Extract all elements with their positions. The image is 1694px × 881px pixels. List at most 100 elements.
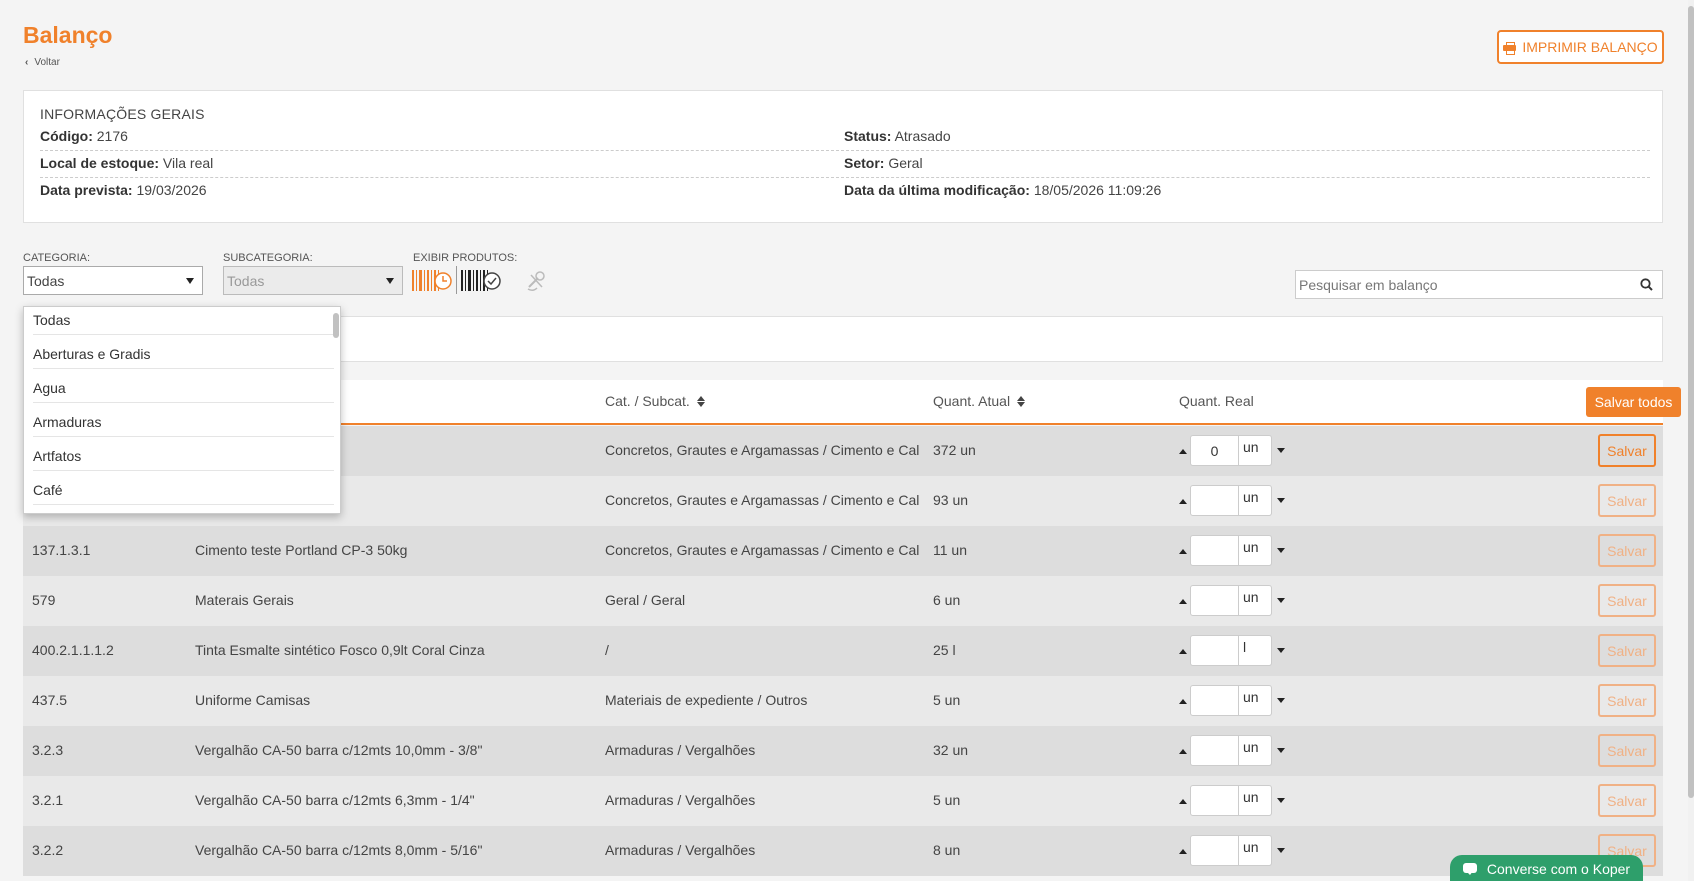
header-cat[interactable]: Cat. / Subcat.: [605, 393, 705, 409]
sort-icon[interactable]: [1017, 395, 1026, 407]
print-button[interactable]: IMPRIMIR BALANÇO: [1497, 30, 1664, 64]
info-row-location: Local de estoque: Vila real Setor: Geral: [40, 151, 1650, 178]
category-option[interactable]: Artfatos: [33, 437, 334, 471]
cell-code: 3.2.1: [32, 792, 64, 808]
qty-real-input[interactable]: [1190, 635, 1239, 666]
category-option[interactable]: Agua: [33, 369, 334, 403]
category-dropdown: Todas Aberturas e Gradis Agua Armaduras Artf…: [23, 306, 341, 514]
stepper-down-icon[interactable]: [1277, 798, 1285, 803]
unit-label: un: [1239, 685, 1272, 716]
info-row-date: Data prevista: 19/03/2026 Data da última…: [40, 178, 1650, 205]
stepper-up-icon[interactable]: [1179, 799, 1187, 804]
chat-icon: [1462, 862, 1479, 875]
cell-qty: 372 un: [933, 442, 976, 458]
search-input[interactable]: [1296, 276, 1626, 293]
qty-real-input[interactable]: [1190, 685, 1239, 716]
show-products-label: EXIBIR PRODUTOS:: [413, 252, 518, 264]
tools-icon[interactable]: [525, 270, 547, 292]
search-icon[interactable]: [1640, 278, 1653, 291]
cell-qty: 32 un: [933, 742, 969, 758]
subcategory-label: SUBCATEGORIA:: [223, 252, 313, 264]
stepper-down-icon[interactable]: [1277, 648, 1285, 653]
cell-name: Tinta Esmalte sintético Fosco 0,9lt Cora…: [195, 642, 485, 658]
save-button[interactable]: Salvar: [1598, 534, 1656, 567]
cell-code: 137.1.3.1: [32, 542, 91, 558]
info-card: INFORMAÇÕES GERAIS Código: 2176 Status: …: [23, 90, 1663, 223]
stepper-down-icon[interactable]: [1277, 598, 1285, 603]
caret-down-icon: [186, 278, 194, 284]
header-qty-current[interactable]: Quant. Atual: [933, 393, 1026, 409]
table-row: 137.1.3.1 Cimento teste Portland CP-3 50k…: [23, 526, 1663, 576]
cell-cat: Concretos, Grautes e Argamassas / Ciment…: [605, 542, 920, 558]
stepper-up-icon[interactable]: [1179, 699, 1187, 704]
unit-label: un: [1239, 485, 1272, 516]
sector-value: Geral: [888, 155, 923, 171]
category-value: Todas: [27, 272, 65, 289]
save-button[interactable]: Salvar: [1598, 484, 1656, 517]
category-option[interactable]: Café: [33, 471, 334, 505]
stepper-up-icon[interactable]: [1179, 449, 1187, 454]
location-label: Local de estoque:: [40, 155, 160, 171]
save-button[interactable]: Salvar: [1598, 434, 1656, 467]
header-qty-real: Quant. Real: [1179, 393, 1254, 409]
unit-label: un: [1239, 835, 1272, 866]
qty-real-input[interactable]: [1190, 435, 1239, 466]
qty-real-input[interactable]: [1190, 835, 1239, 866]
category-option[interactable]: Todas: [33, 307, 334, 335]
stepper-down-icon[interactable]: [1277, 698, 1285, 703]
cell-name: Vergalhão CA-50 barra c/12mts 8,0mm - 5/…: [195, 842, 483, 858]
qty-real-input[interactable]: [1190, 485, 1239, 516]
chat-button[interactable]: Converse com o Koper: [1450, 855, 1643, 881]
stepper-up-icon[interactable]: [1179, 599, 1187, 604]
chat-label: Converse com o Koper: [1486, 860, 1631, 877]
stepper-up-icon[interactable]: [1179, 549, 1187, 554]
save-button[interactable]: Salvar: [1598, 784, 1656, 817]
cell-code: 579: [32, 592, 56, 608]
stepper-up-icon[interactable]: [1179, 749, 1187, 754]
qty-real-input[interactable]: [1190, 735, 1239, 766]
save-all-button[interactable]: Salvar todos: [1586, 387, 1681, 417]
sector-label: Setor:: [844, 155, 885, 171]
unit-label: un: [1239, 735, 1272, 766]
cell-cat: Concretos, Grautes e Argamassas / Ciment…: [605, 442, 920, 458]
cell-code: 3.2.3: [32, 742, 64, 758]
qty-real-input[interactable]: [1190, 785, 1239, 816]
stepper-up-icon[interactable]: [1179, 499, 1187, 504]
category-select[interactable]: Todas: [23, 266, 203, 295]
subcategory-select[interactable]: Todas: [223, 266, 403, 295]
qty-real-input[interactable]: [1190, 535, 1239, 566]
unit-label: un: [1239, 785, 1272, 816]
page-scrollbar-thumb[interactable]: [1688, 6, 1694, 798]
stepper-down-icon[interactable]: [1277, 448, 1285, 453]
dropdown-scrollbar[interactable]: [333, 313, 339, 338]
stepper-down-icon[interactable]: [1277, 748, 1285, 753]
date-label: Data prevista:: [40, 182, 133, 198]
stepper-down-icon[interactable]: [1277, 548, 1285, 553]
stepper-down-icon[interactable]: [1277, 498, 1285, 503]
cell-name: Materais Gerais: [195, 592, 294, 608]
category-option[interactable]: Aberturas e Gradis: [33, 335, 334, 369]
page-scrollbar[interactable]: [1688, 0, 1694, 881]
status-label: Status:: [844, 128, 892, 144]
save-button[interactable]: Salvar: [1598, 734, 1656, 767]
qty-real-input[interactable]: [1190, 585, 1239, 616]
stepper-down-icon[interactable]: [1277, 848, 1285, 853]
subcategory-value: Todas: [227, 272, 265, 289]
page-title: Balanço: [23, 22, 113, 48]
cell-qty: 6 un: [933, 592, 961, 608]
table-row: 400.2.1.1.1.2 Tinta Esmalte sintético Fos…: [23, 626, 1663, 676]
sort-icon[interactable]: [696, 395, 705, 407]
save-button[interactable]: Salvar: [1598, 584, 1656, 617]
back-link[interactable]: ‹ Voltar: [25, 57, 60, 68]
stepper-up-icon[interactable]: [1179, 849, 1187, 854]
header-qty-current-label: Quant. Atual: [933, 393, 1011, 409]
save-button[interactable]: Salvar: [1598, 634, 1656, 667]
save-button[interactable]: Salvar: [1598, 684, 1656, 717]
barcode-counted-icon[interactable]: [461, 268, 501, 293]
stepper-up-icon[interactable]: [1179, 649, 1187, 654]
barcode-pending-icon[interactable]: [412, 268, 452, 293]
caret-down-icon: [386, 278, 394, 284]
info-title: INFORMAÇÕES GERAIS: [40, 106, 205, 122]
category-option[interactable]: Armaduras: [33, 403, 334, 437]
cell-qty: 11 un: [933, 542, 967, 558]
